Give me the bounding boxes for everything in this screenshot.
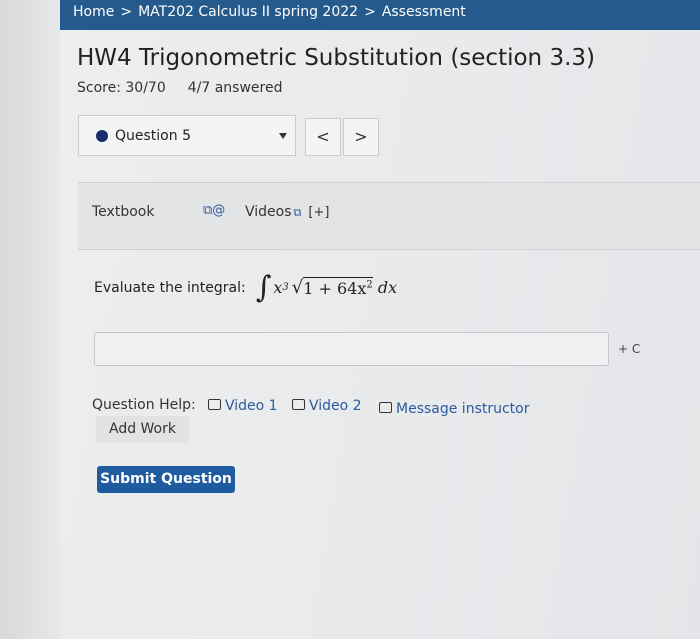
inner-power: 2 (366, 279, 373, 291)
radicand: 1 + 64x2 (303, 277, 373, 298)
answered-count: 4/7 answered (187, 80, 283, 96)
next-question-button[interactable]: > (343, 118, 379, 156)
previous-question-button[interactable]: < (305, 118, 341, 156)
question-select-label: Question 5 (115, 128, 191, 144)
page-title: HW4 Trigonometric Substitution (section … (77, 45, 595, 71)
video-2-label: Video 2 (309, 398, 362, 414)
external-link-icon: ⧉@ (203, 203, 226, 218)
breadcrumb-separator: > (120, 4, 133, 20)
power: 3 (282, 282, 289, 293)
prompt-text: Evaluate the integral: (94, 279, 246, 296)
breadcrumb-course[interactable]: MAT202 Calculus II spring 2022 (138, 4, 358, 20)
videos-resource: Videos ⧉ [+] (245, 204, 329, 220)
external-link-icon: ⧉ (293, 206, 302, 219)
video-2-link[interactable]: Video 2 (292, 398, 362, 414)
envelope-icon (379, 402, 392, 413)
message-instructor-link[interactable]: Message instructor (379, 401, 530, 417)
expand-videos-toggle[interactable]: [+] (308, 205, 329, 220)
question-select[interactable]: Question 5 (78, 115, 296, 156)
message-instructor-label: Message instructor (396, 401, 530, 417)
play-icon (208, 399, 221, 410)
score-line: Score: 30/70 4/7 answered (77, 80, 282, 96)
question-prompt: Evaluate the integral: ∫ x 3 √ 1 + 64x2 dx (94, 270, 397, 305)
resources-bar (78, 182, 700, 250)
score-value: Score: 30/70 (77, 80, 166, 96)
answer-input[interactable] (94, 332, 609, 366)
plus-c-label: + C (618, 342, 641, 356)
breadcrumb-home[interactable]: Home (73, 4, 114, 20)
submit-question-button[interactable]: Submit Question (97, 466, 235, 493)
add-work-button[interactable]: Add Work (96, 416, 189, 443)
left-margin (0, 0, 60, 639)
question-status-dot-icon (96, 130, 108, 142)
question-help-label: Question Help: (92, 397, 196, 413)
video-1-label: Video 1 (225, 398, 278, 414)
integral-expression: ∫ x 3 √ 1 + 64x2 dx (255, 270, 398, 305)
radicand-text: 1 + 64x (303, 279, 367, 298)
videos-link[interactable]: Videos (245, 204, 292, 220)
breadcrumb-separator: > (364, 4, 376, 20)
sqrt-icon: √ (291, 277, 304, 298)
play-icon (292, 399, 305, 410)
breadcrumb-current[interactable]: Assessment (382, 4, 466, 20)
differential: dx (377, 278, 398, 297)
video-1-link[interactable]: Video 1 (208, 398, 278, 414)
chevron-down-icon (279, 133, 287, 139)
textbook-link[interactable]: Textbook (92, 204, 154, 220)
breadcrumb: Home > MAT202 Calculus II spring 2022 > Asse… (73, 4, 466, 20)
integral-sign-icon: ∫ (255, 270, 272, 305)
